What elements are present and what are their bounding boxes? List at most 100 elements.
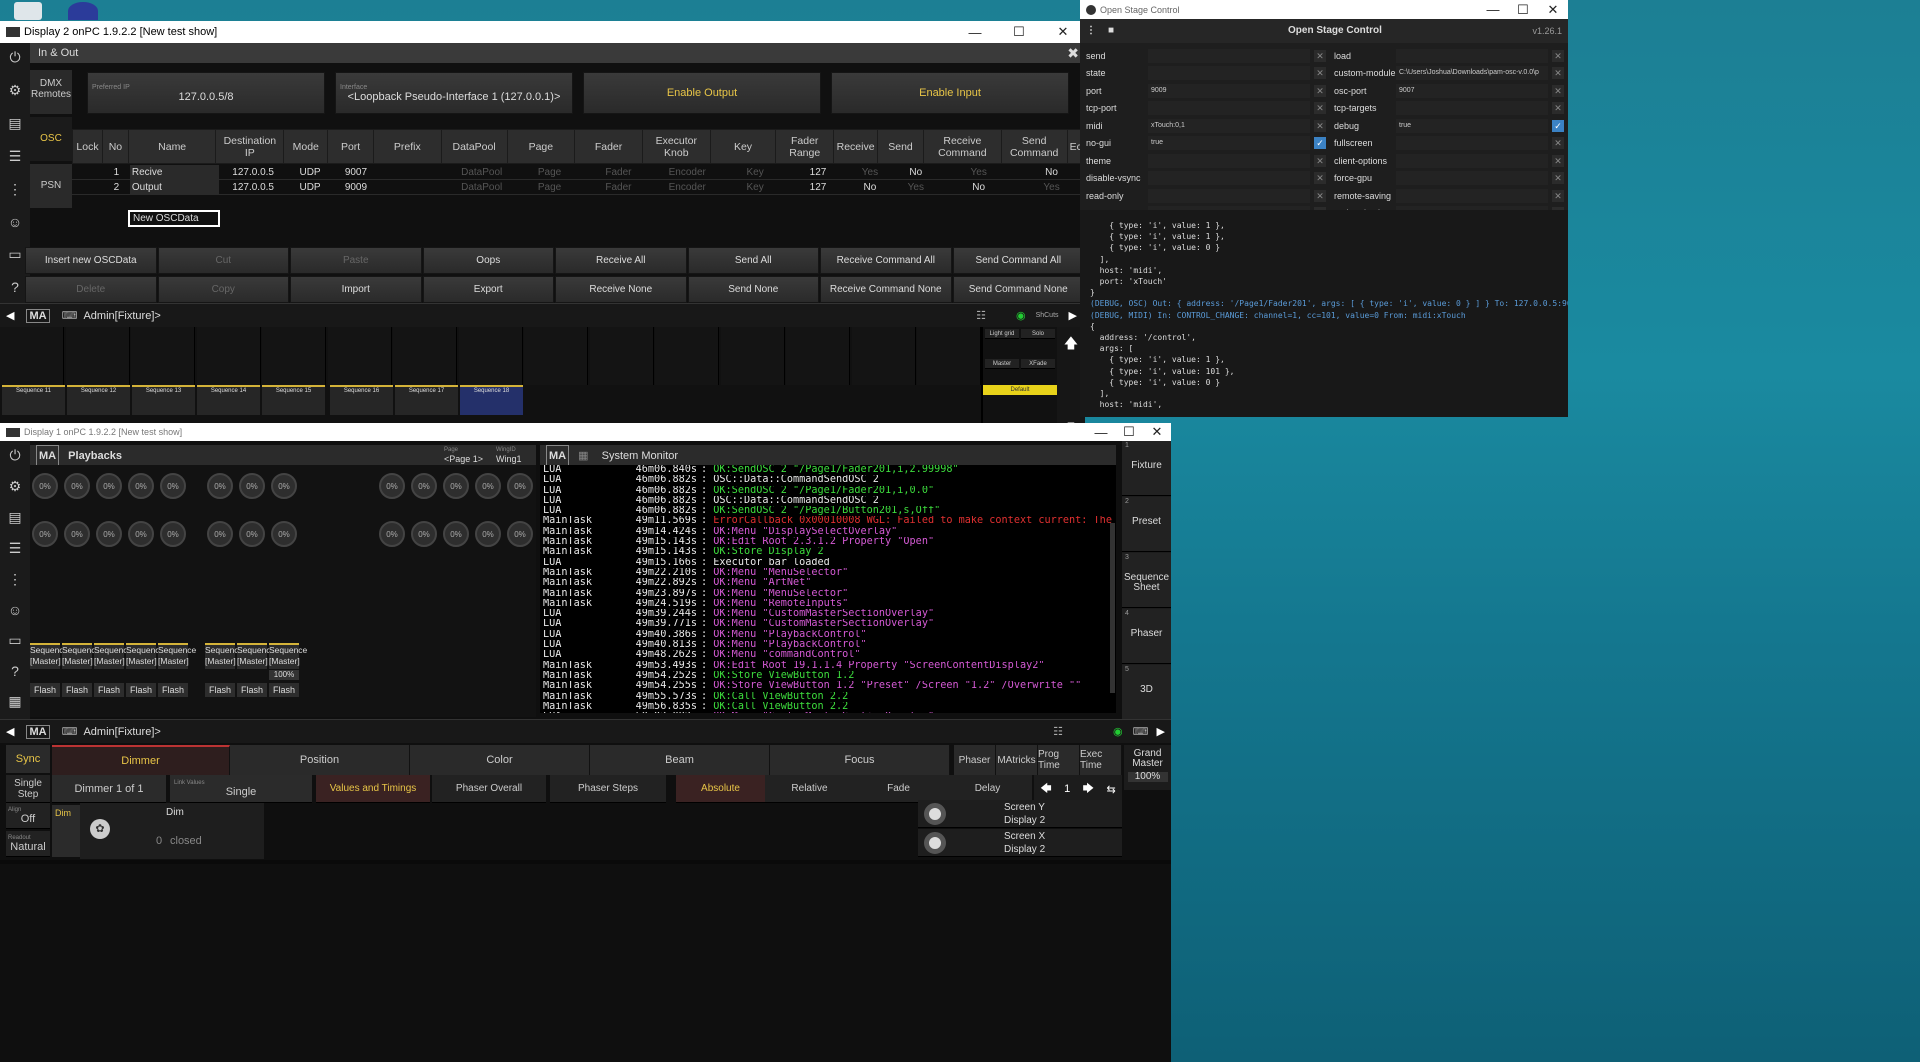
table-cell[interactable]: Key <box>722 180 789 194</box>
button-receive-command-all[interactable]: Receive Command All <box>820 247 952 274</box>
default-button[interactable]: Default <box>983 385 1057 395</box>
maximize-icon[interactable]: ☐ <box>997 24 1041 40</box>
minimize-icon[interactable]: — <box>1087 425 1115 440</box>
master-button[interactable]: Master <box>985 359 1019 369</box>
enable-input-button[interactable]: Enable Input <box>831 72 1069 114</box>
table-cell[interactable]: Recive <box>129 165 219 179</box>
desktop-icon[interactable] <box>14 2 42 20</box>
column-header[interactable]: DataPool <box>440 129 508 164</box>
executor-knob[interactable]: 0% <box>411 473 437 499</box>
setting-value[interactable]: true <box>1396 118 1548 133</box>
setting-value[interactable] <box>1148 48 1310 63</box>
setting-row[interactable]: remote-saving ✕ <box>1334 187 1564 205</box>
setting-value[interactable]: C:\Users\Joshua\Downloads\pam-osc-v.0.0\… <box>1396 66 1548 81</box>
table-cell[interactable]: Fader <box>584 180 653 194</box>
table-cell[interactable]: Yes <box>1018 180 1085 194</box>
executor-slot[interactable] <box>589 327 654 385</box>
shortcuts-label[interactable]: ShCuts <box>1036 312 1059 319</box>
setting-row[interactable]: port 9009 ✕ <box>1086 82 1326 100</box>
executor-slot[interactable] <box>851 327 916 385</box>
sequence-master-label[interactable]: Sequence [Master] <box>269 643 307 669</box>
executor-knob[interactable]: 0% <box>379 473 405 499</box>
checkbox-checked-icon[interactable]: ✓ <box>1552 119 1564 132</box>
encoder-knob-icon[interactable] <box>924 832 946 854</box>
executor-knob[interactable]: 0% <box>64 521 90 547</box>
setting-row[interactable]: tcp-port ✕ <box>1086 100 1326 118</box>
column-header[interactable]: Lock <box>72 129 103 164</box>
clear-icon[interactable]: ✕ <box>1314 154 1326 167</box>
button-cut[interactable]: Cut <box>157 247 289 274</box>
sliders-icon[interactable]: ☰ <box>9 540 22 557</box>
page-selector[interactable]: Page <Page 1> <box>444 445 484 464</box>
setting-row[interactable]: tcp-targets ✕ <box>1334 100 1564 118</box>
right-arrow-icon[interactable]: 🡆 <box>1083 780 1094 799</box>
setting-row[interactable]: read-only ✕ <box>1086 187 1326 205</box>
executor-knob[interactable]: 0% <box>475 473 501 499</box>
clear-icon[interactable]: ✕ <box>1552 189 1564 202</box>
setting-value[interactable] <box>1148 153 1310 168</box>
close-icon[interactable]: ✕ <box>1143 424 1171 440</box>
executor-knob[interactable]: 0% <box>411 521 437 547</box>
table-cell[interactable]: Output <box>129 180 219 194</box>
clear-icon[interactable]: ✕ <box>1552 137 1564 150</box>
table-cell[interactable]: 2 <box>103 180 130 194</box>
table-cell[interactable]: Fader <box>584 165 653 179</box>
executor-column[interactable]: 0% 0% Sequence [Master] Flash <box>158 465 196 717</box>
executor-slot[interactable] <box>655 327 719 385</box>
executor-knob[interactable]: 0% <box>475 521 501 547</box>
executor-column[interactable]: 0% 0% <box>377 465 408 717</box>
button-paste[interactable]: Paste <box>290 247 422 274</box>
executor-column[interactable]: 0% 0% Sequence [Master] Flash <box>237 465 275 717</box>
table-cell[interactable]: Encoder <box>653 180 722 194</box>
sequence-master-label[interactable]: Sequence [Master] <box>205 643 243 669</box>
view-button[interactable]: 4 Phaser <box>1122 609 1171 664</box>
clear-icon[interactable]: ✕ <box>1314 67 1326 80</box>
right-arrow-icon[interactable]: ▶ <box>1157 725 1165 738</box>
grand-master[interactable]: Grand Master 100% <box>1124 745 1171 790</box>
tab-matricks[interactable]: MAtricks <box>996 745 1038 775</box>
setting-value[interactable] <box>1396 48 1548 63</box>
faders-icon[interactable]: ⋮ <box>8 181 22 198</box>
sequence-executor[interactable]: Sequence 16 <box>330 385 393 415</box>
tab-color[interactable]: Color <box>410 745 590 775</box>
executor-knob[interactable]: 0% <box>443 521 469 547</box>
clear-icon[interactable]: ✕ <box>1552 67 1564 80</box>
button-receive-command-none[interactable]: Receive Command None <box>820 276 952 303</box>
mode-fade[interactable]: Fade <box>854 775 943 803</box>
mode-relative[interactable]: Relative <box>765 775 854 803</box>
phaser-steps-button[interactable]: Phaser Steps <box>550 775 666 803</box>
preferred-ip-button[interactable]: Preferred IP 127.0.0.5/8 <box>87 72 325 114</box>
executor-knob[interactable]: 0% <box>128 473 154 499</box>
table-cell[interactable]: Key <box>722 165 789 179</box>
clear-icon[interactable]: ✕ <box>1314 119 1326 132</box>
table-cell[interactable]: 127.0.0.5 <box>219 165 288 179</box>
enable-output-button[interactable]: Enable Output <box>583 72 821 114</box>
interface-button[interactable]: Interface <Loopback Pseudo-Interface 1 (… <box>335 72 573 114</box>
sequence-master-label[interactable]: Sequence [Master] <box>158 643 196 669</box>
sync-icon[interactable]: ⇆ <box>1107 783 1116 796</box>
tab-dmx-remotes[interactable]: DMX Remotes <box>30 70 72 114</box>
executor-knob[interactable]: 0% <box>128 521 154 547</box>
setting-value[interactable] <box>1396 188 1548 203</box>
executor-knob[interactable]: 0% <box>379 521 405 547</box>
setting-value[interactable] <box>1148 101 1310 116</box>
network-icon[interactable]: ☷ <box>976 309 986 322</box>
tab-beam[interactable]: Beam <box>590 745 770 775</box>
table-cell[interactable]: Yes <box>847 165 892 179</box>
executor-column[interactable]: 0% 0% Sequence [Master] Flash <box>205 465 243 717</box>
tab-position[interactable]: Position <box>230 745 410 775</box>
view-icon[interactable]: ▤ <box>8 509 21 526</box>
flash-button[interactable]: Flash <box>126 683 156 697</box>
readout-button[interactable]: Readout Natural <box>6 831 50 857</box>
setting-value[interactable] <box>1396 101 1548 116</box>
monitor-icon[interactable]: ▭ <box>8 632 21 649</box>
user-icon[interactable]: ☺ <box>8 214 22 230</box>
tab-psn[interactable]: PSN <box>30 164 72 208</box>
view-icon[interactable]: ▤ <box>8 115 21 132</box>
user-icon[interactable]: ☺ <box>8 602 22 618</box>
setting-row[interactable]: state ✕ <box>1086 65 1326 83</box>
keyboard-icon[interactable]: ⌨ <box>62 725 78 738</box>
power-icon[interactable]: ⏻ <box>9 49 20 66</box>
flash-button[interactable]: Flash <box>237 683 267 697</box>
executor-knob[interactable]: 0% <box>32 521 58 547</box>
